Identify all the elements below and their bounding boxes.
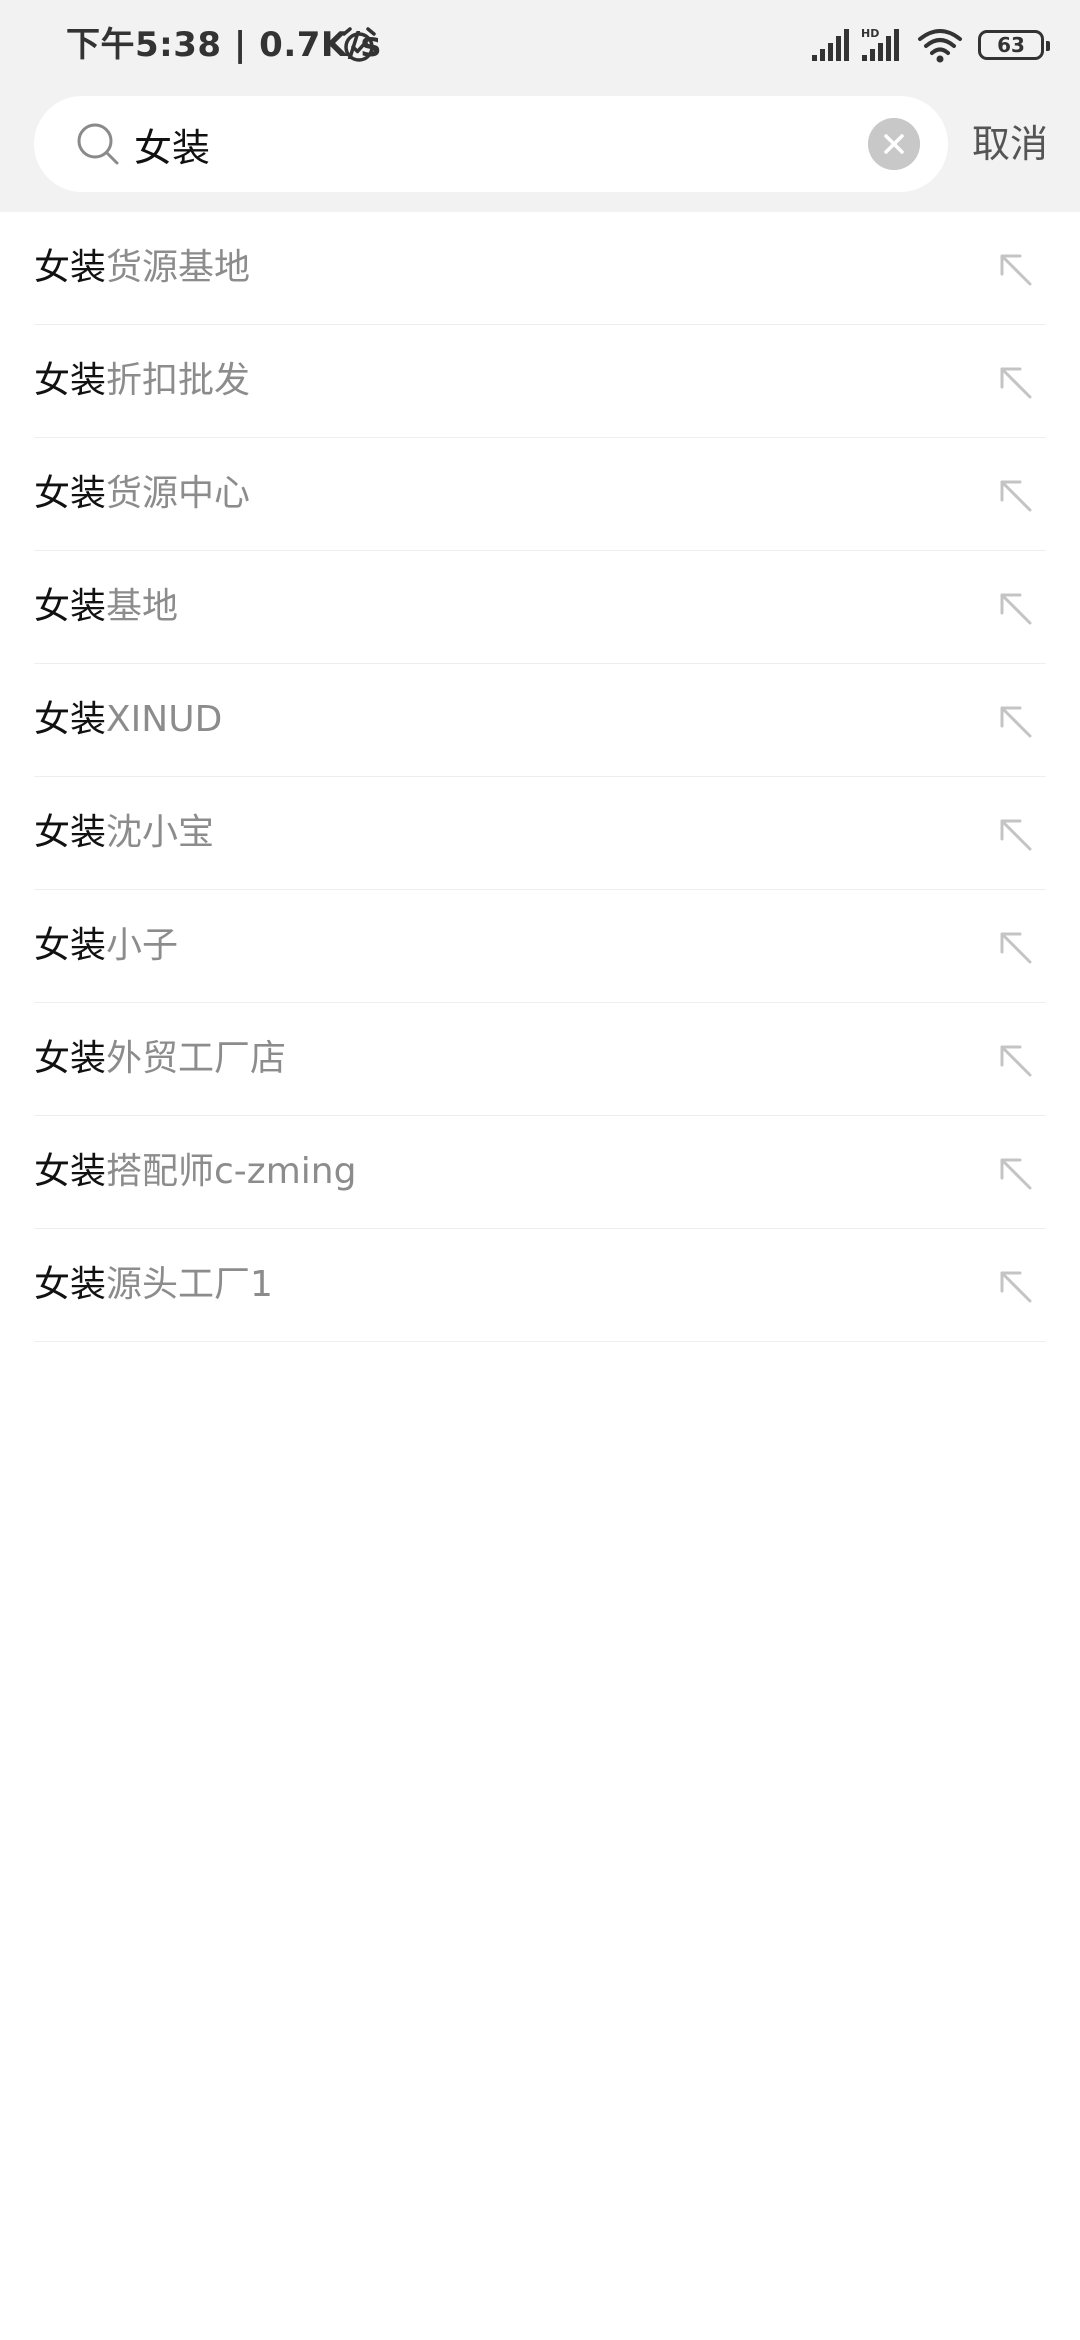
suggestion-item[interactable]: 女装沈小宝 xyxy=(34,777,1046,890)
arrow-up-left-icon[interactable] xyxy=(996,1041,1034,1079)
arrow-up-left-icon[interactable] xyxy=(996,702,1034,740)
suggestion-keyword: 女装 xyxy=(34,473,107,514)
header: 下午5:38 | 0.7K/s HD 63 女装 取消 xyxy=(0,0,1080,212)
suggestion-keyword: 女装 xyxy=(34,1151,107,1192)
suggestion-text: 女装小子 xyxy=(34,920,178,972)
battery-tip xyxy=(1046,41,1050,51)
suggestion-item[interactable]: 女装源头工厂1 xyxy=(34,1229,1046,1342)
suggestion-completion: 小子 xyxy=(106,925,179,966)
suggestion-keyword: 女装 xyxy=(34,247,107,288)
search-icon xyxy=(77,123,119,165)
search-input[interactable] xyxy=(134,96,784,192)
status-bar: 下午5:38 | 0.7K/s HD 63 xyxy=(0,0,1080,90)
suggestion-completion: 源头工厂1 xyxy=(106,1264,273,1305)
suggestion-item[interactable]: 女装折扣批发 xyxy=(34,325,1046,438)
wifi-icon xyxy=(918,29,962,63)
arrow-up-left-icon[interactable] xyxy=(996,815,1034,853)
suggestion-text: 女装XINUD xyxy=(34,694,222,746)
suggestion-completion: 沈小宝 xyxy=(106,812,215,853)
suggestion-text: 女装基地 xyxy=(34,581,178,633)
suggestion-keyword: 女装 xyxy=(34,925,107,966)
arrow-up-left-icon[interactable] xyxy=(996,363,1034,401)
suggestion-keyword: 女装 xyxy=(34,699,107,740)
suggestion-item[interactable]: 女装货源基地 xyxy=(34,212,1046,325)
suggestion-list: 女装货源基地 女装折扣批发 女装货源中心 女装基地 女装XINUD 女装沈小宝 xyxy=(34,212,1046,1342)
suggestion-text: 女装搭配师c-zming xyxy=(34,1146,356,1198)
suggestion-text: 女装沈小宝 xyxy=(34,807,214,859)
suggestion-item[interactable]: 女装搭配师c-zming xyxy=(34,1116,1046,1229)
suggestion-item[interactable]: 女装XINUD xyxy=(34,664,1046,777)
suggestion-completion: XINUD xyxy=(106,699,223,740)
suggestion-text: 女装货源中心 xyxy=(34,468,250,520)
suggestion-text: 女装折扣批发 xyxy=(34,355,250,407)
suggestion-completion: 货源中心 xyxy=(106,473,251,514)
suggestion-text: 女装源头工厂1 xyxy=(34,1259,273,1311)
suggestion-text: 女装外贸工厂店 xyxy=(34,1033,286,1085)
suggestion-item[interactable]: 女装外贸工厂店 xyxy=(34,1003,1046,1116)
suggestion-keyword: 女装 xyxy=(34,812,107,853)
status-time: 下午5:38 | 0.7K/s xyxy=(66,25,382,65)
battery-icon: 63 xyxy=(978,30,1050,60)
suggestion-item[interactable]: 女装货源中心 xyxy=(34,438,1046,551)
arrow-up-left-icon[interactable] xyxy=(996,589,1034,627)
suggestion-keyword: 女装 xyxy=(34,1264,107,1305)
signal-icon xyxy=(812,29,849,61)
cancel-button[interactable]: 取消 xyxy=(972,118,1048,170)
suggestion-item[interactable]: 女装基地 xyxy=(34,551,1046,664)
clear-icon[interactable] xyxy=(868,118,920,170)
suggestion-text: 女装货源基地 xyxy=(34,242,250,294)
arrow-up-left-icon[interactable] xyxy=(996,928,1034,966)
status-icons: HD 63 xyxy=(802,22,1050,68)
suggestion-keyword: 女装 xyxy=(34,1038,107,1079)
svg-text:HD: HD xyxy=(861,27,879,40)
arrow-up-left-icon[interactable] xyxy=(996,250,1034,288)
suggestion-completion: 基地 xyxy=(106,586,179,627)
suggestion-completion: 折扣批发 xyxy=(106,360,251,401)
suggestion-item[interactable]: 女装小子 xyxy=(34,890,1046,1003)
alarm-icon xyxy=(342,27,376,62)
battery-level: 63 xyxy=(997,33,1025,57)
arrow-up-left-icon[interactable] xyxy=(996,476,1034,514)
hd-signal-icon: HD xyxy=(861,27,899,61)
suggestion-keyword: 女装 xyxy=(34,360,107,401)
search-box[interactable] xyxy=(34,96,948,192)
suggestion-completion: 搭配师c-zming xyxy=(106,1151,357,1192)
suggestion-completion: 外贸工厂店 xyxy=(106,1038,287,1079)
suggestion-keyword: 女装 xyxy=(34,586,107,627)
suggestion-completion: 货源基地 xyxy=(106,247,251,288)
arrow-up-left-icon[interactable] xyxy=(996,1267,1034,1305)
arrow-up-left-icon[interactable] xyxy=(996,1154,1034,1192)
